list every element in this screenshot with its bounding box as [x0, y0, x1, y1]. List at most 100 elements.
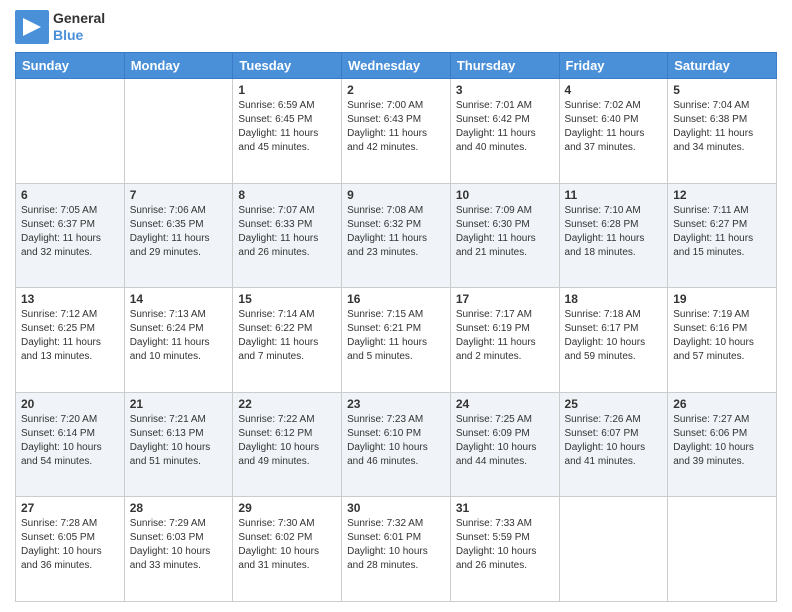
weekday-header-monday: Monday [124, 53, 233, 79]
day-info: Sunrise: 7:10 AMSunset: 6:28 PMDaylight:… [565, 204, 663, 260]
day-info: Sunrise: 7:18 AMSunset: 6:17 PMDaylight:… [565, 308, 663, 364]
calendar-week-2: 6Sunrise: 7:05 AMSunset: 6:37 PMDaylight… [16, 183, 777, 288]
calendar-week-3: 13 Sunrise: 7:12 AMSunset: 6:25 PMDayligh… [16, 288, 777, 393]
calendar-cell: 21 Sunrise: 7:21 AMSunset: 6:13 PMDayligh… [124, 392, 233, 497]
day-info: Sunrise: 7:04 AMSunset: 6:38 PMDaylight:… [673, 99, 771, 155]
calendar-cell: 3 Sunrise: 7:01 AMSunset: 6:42 PMDaylight… [450, 79, 559, 184]
weekday-header-saturday: Saturday [668, 53, 777, 79]
calendar-cell: 27Sunrise: 7:28 AMSunset: 6:05 PMDayligh… [16, 497, 125, 602]
day-number: 21 [130, 397, 228, 411]
day-info: Sunrise: 7:21 AMSunset: 6:13 PMDaylight:… [130, 413, 228, 469]
calendar-table: SundayMondayTuesdayWednesdayThursdayFrid… [15, 52, 777, 602]
calendar-cell: 8 Sunrise: 7:07 AMSunset: 6:33 PMDaylight… [233, 183, 342, 288]
calendar-cell: 29Sunrise: 7:30 AMSunset: 6:02 PMDayligh… [233, 497, 342, 602]
calendar-cell [124, 79, 233, 184]
calendar-cell: 19 Sunrise: 7:19 AMSunset: 6:16 PMDayligh… [668, 288, 777, 393]
day-number: 28 [130, 501, 228, 515]
day-number: 27 [21, 501, 119, 515]
day-number: 1 [238, 83, 336, 97]
calendar-cell: 31 Sunrise: 7:33 AMSunset: 5:59 PMDayligh… [450, 497, 559, 602]
day-info: Sunrise: 7:08 AMSunset: 6:32 PMDaylight:… [347, 204, 445, 260]
day-number: 29 [238, 501, 336, 515]
calendar-cell [559, 497, 668, 602]
day-info: Sunrise: 7:11 AMSunset: 6:27 PMDaylight:… [673, 204, 771, 260]
day-info: Sunrise: 7:14 AMSunset: 6:22 PMDaylight:… [238, 308, 336, 364]
calendar-cell: 15 Sunrise: 7:14 AMSunset: 6:22 PMDayligh… [233, 288, 342, 393]
weekday-header-thursday: Thursday [450, 53, 559, 79]
day-info: Sunrise: 7:06 AMSunset: 6:35 PMDaylight:… [130, 204, 228, 260]
day-number: 26 [673, 397, 771, 411]
day-info: Sunrise: 7:26 AMSunset: 6:07 PMDaylight:… [565, 413, 663, 469]
calendar-cell: 7 Sunrise: 7:06 AMSunset: 6:35 PMDaylight… [124, 183, 233, 288]
day-number: 10 [456, 188, 554, 202]
day-info: Sunrise: 7:07 AMSunset: 6:33 PMDaylight:… [238, 204, 336, 260]
day-number: 23 [347, 397, 445, 411]
calendar-cell: 20 Sunrise: 7:20 AMSunset: 6:14 PMDayligh… [16, 392, 125, 497]
calendar-cell [16, 79, 125, 184]
calendar-cell: 1 Sunrise: 6:59 AMSunset: 6:45 PMDaylight… [233, 79, 342, 184]
day-info: Sunrise: 7:13 AMSunset: 6:24 PMDaylight:… [130, 308, 228, 364]
day-info: Sunrise: 7:01 AMSunset: 6:42 PMDaylight:… [456, 99, 554, 155]
day-info: Sunrise: 7:17 AMSunset: 6:19 PMDaylight:… [456, 308, 554, 364]
day-info: Sunrise: 7:32 AMSunset: 6:01 PMDaylight:… [347, 517, 445, 573]
logo: GeneralBlue [15, 10, 105, 44]
calendar-cell: 30 Sunrise: 7:32 AMSunset: 6:01 PMDayligh… [342, 497, 451, 602]
day-info: Sunrise: 7:29 AMSunset: 6:03 PMDaylight:… [130, 517, 228, 573]
day-info: Sunrise: 7:33 AMSunset: 5:59 PMDaylight:… [456, 517, 554, 573]
calendar-cell: 16 Sunrise: 7:15 AMSunset: 6:21 PMDayligh… [342, 288, 451, 393]
logo-svg-icon [15, 10, 49, 44]
day-number: 31 [456, 501, 554, 515]
day-number: 19 [673, 292, 771, 306]
calendar-cell: 12Sunrise: 7:11 AMSunset: 6:27 PMDayligh… [668, 183, 777, 288]
day-number: 14 [130, 292, 228, 306]
header: GeneralBlue [15, 10, 777, 44]
day-info: Sunrise: 7:12 AMSunset: 6:25 PMDaylight:… [21, 308, 119, 364]
day-number: 18 [565, 292, 663, 306]
day-info: Sunrise: 7:22 AMSunset: 6:12 PMDaylight:… [238, 413, 336, 469]
day-number: 11 [565, 188, 663, 202]
day-info: Sunrise: 7:09 AMSunset: 6:30 PMDaylight:… [456, 204, 554, 260]
day-info: Sunrise: 7:19 AMSunset: 6:16 PMDaylight:… [673, 308, 771, 364]
logo-general: General [53, 10, 105, 27]
logo-blue: Blue [53, 27, 105, 44]
day-number: 24 [456, 397, 554, 411]
day-info: Sunrise: 7:27 AMSunset: 6:06 PMDaylight:… [673, 413, 771, 469]
calendar-cell: 22Sunrise: 7:22 AMSunset: 6:12 PMDayligh… [233, 392, 342, 497]
day-number: 5 [673, 83, 771, 97]
page: GeneralBlue SundayMondayTuesdayWednesday… [0, 0, 792, 612]
day-number: 7 [130, 188, 228, 202]
weekday-header-friday: Friday [559, 53, 668, 79]
day-info: Sunrise: 7:20 AMSunset: 6:14 PMDaylight:… [21, 413, 119, 469]
day-info: Sunrise: 6:59 AMSunset: 6:45 PMDaylight:… [238, 99, 336, 155]
day-number: 20 [21, 397, 119, 411]
day-number: 8 [238, 188, 336, 202]
calendar-cell: 28 Sunrise: 7:29 AMSunset: 6:03 PMDayligh… [124, 497, 233, 602]
day-info: Sunrise: 7:00 AMSunset: 6:43 PMDaylight:… [347, 99, 445, 155]
day-number: 30 [347, 501, 445, 515]
day-number: 15 [238, 292, 336, 306]
day-number: 2 [347, 83, 445, 97]
calendar-week-4: 20 Sunrise: 7:20 AMSunset: 6:14 PMDayligh… [16, 392, 777, 497]
calendar-cell: 6Sunrise: 7:05 AMSunset: 6:37 PMDaylight… [16, 183, 125, 288]
day-info: Sunrise: 7:02 AMSunset: 6:40 PMDaylight:… [565, 99, 663, 155]
calendar-cell: 11 Sunrise: 7:10 AMSunset: 6:28 PMDayligh… [559, 183, 668, 288]
day-number: 3 [456, 83, 554, 97]
calendar-cell: 17 Sunrise: 7:17 AMSunset: 6:19 PMDayligh… [450, 288, 559, 393]
day-number: 9 [347, 188, 445, 202]
weekday-header-wednesday: Wednesday [342, 53, 451, 79]
weekday-header-sunday: Sunday [16, 53, 125, 79]
day-number: 16 [347, 292, 445, 306]
day-info: Sunrise: 7:25 AMSunset: 6:09 PMDaylight:… [456, 413, 554, 469]
calendar-cell: 13 Sunrise: 7:12 AMSunset: 6:25 PMDayligh… [16, 288, 125, 393]
calendar-cell: 23Sunrise: 7:23 AMSunset: 6:10 PMDayligh… [342, 392, 451, 497]
day-info: Sunrise: 7:15 AMSunset: 6:21 PMDaylight:… [347, 308, 445, 364]
day-number: 17 [456, 292, 554, 306]
calendar-cell: 2 Sunrise: 7:00 AMSunset: 6:43 PMDaylight… [342, 79, 451, 184]
calendar-cell [668, 497, 777, 602]
day-number: 13 [21, 292, 119, 306]
weekday-header-tuesday: Tuesday [233, 53, 342, 79]
calendar-cell: 5 Sunrise: 7:04 AMSunset: 6:38 PMDaylight… [668, 79, 777, 184]
calendar-cell: 24 Sunrise: 7:25 AMSunset: 6:09 PMDayligh… [450, 392, 559, 497]
calendar-header-row: SundayMondayTuesdayWednesdayThursdayFrid… [16, 53, 777, 79]
day-number: 25 [565, 397, 663, 411]
